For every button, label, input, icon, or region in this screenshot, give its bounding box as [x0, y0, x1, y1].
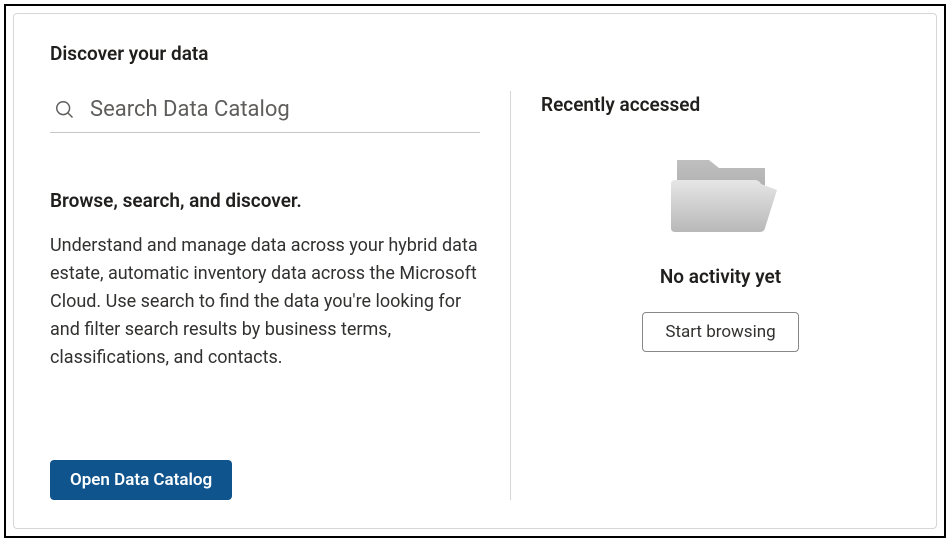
- discover-data-card: Discover your data Browse, search, and d…: [13, 13, 937, 529]
- description-text: Understand and manage data across your h…: [50, 232, 480, 371]
- left-column: Browse, search, and discover. Understand…: [50, 91, 480, 500]
- search-icon: [54, 99, 76, 121]
- empty-state: No activity yet Start browsing: [541, 146, 900, 352]
- start-browsing-button[interactable]: Start browsing: [642, 312, 798, 352]
- folder-open-icon: [661, 146, 781, 241]
- browse-subheading: Browse, search, and discover.: [50, 189, 480, 212]
- recently-accessed-heading: Recently accessed: [541, 93, 900, 116]
- search-input[interactable]: [90, 97, 476, 122]
- card-title: Discover your data: [50, 42, 900, 65]
- right-column: Recently accessed: [541, 91, 900, 500]
- no-activity-text: No activity yet: [660, 265, 781, 288]
- column-divider: [510, 91, 511, 500]
- search-box[interactable]: [50, 91, 480, 133]
- open-data-catalog-button[interactable]: Open Data Catalog: [50, 460, 232, 500]
